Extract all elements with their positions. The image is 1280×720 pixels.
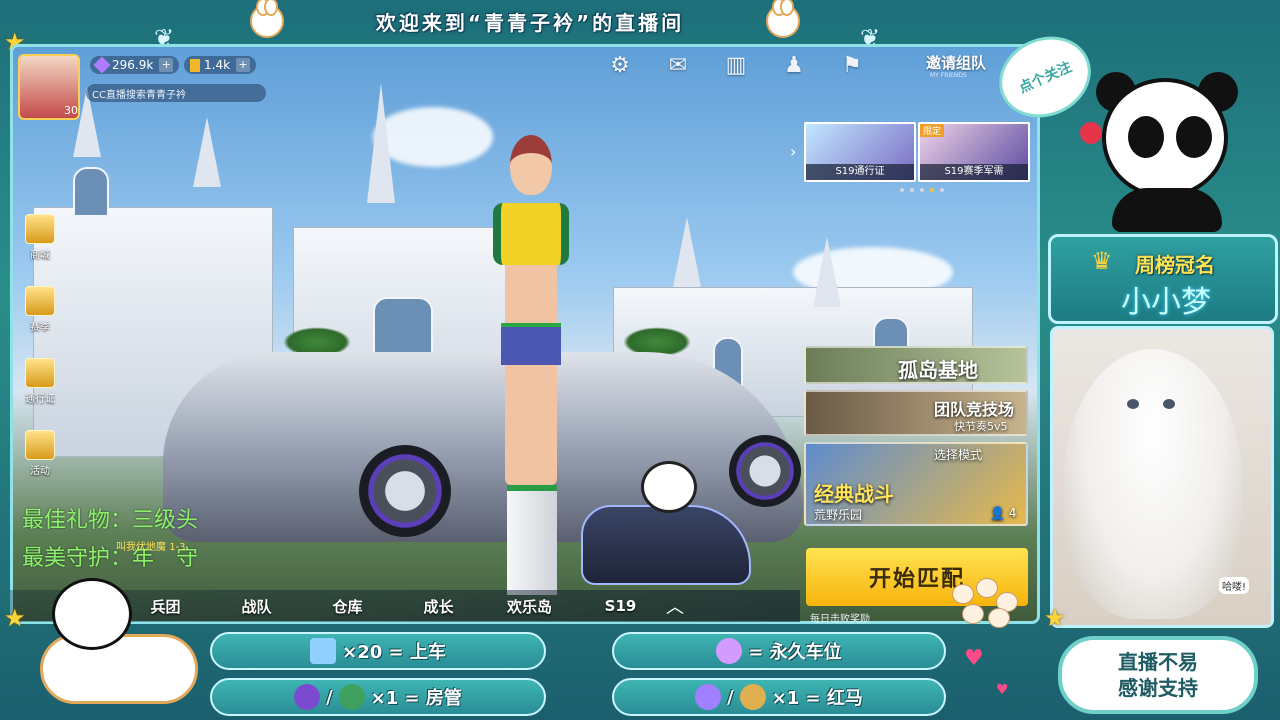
add-gems-button[interactable]: +	[159, 58, 174, 72]
mail-icon[interactable]: ✉	[664, 52, 692, 80]
carousel-card-pass[interactable]: S19通行证	[804, 122, 916, 182]
car-wheel-rear	[729, 435, 801, 507]
shop-icon	[25, 214, 55, 244]
add-gold-button[interactable]: +	[236, 58, 251, 72]
hud-icon-bar: ⚙ ✉ ▥ ♟ ⚑	[606, 52, 866, 80]
carousel-dot[interactable]	[940, 188, 944, 192]
heart-icon: ♥	[964, 646, 984, 671]
gold-currency: 1.4k +	[184, 56, 257, 74]
invite-subtitle: MY FRIENDS	[930, 72, 967, 79]
webcam-cat: 哈喽!	[1050, 326, 1274, 628]
nav-warehouse[interactable]: 仓库	[302, 596, 393, 617]
expand-up-icon[interactable]: ︿	[666, 593, 684, 619]
mode-island-base[interactable]: 孤岛基地	[804, 346, 1028, 384]
kittens-sticker	[932, 578, 1042, 628]
season-icon	[25, 286, 55, 316]
left-menu: 商城 赛季 通行证 活动	[20, 214, 60, 482]
star-icon: ★	[1044, 604, 1066, 632]
gem-icon	[93, 56, 111, 74]
select-mode-button[interactable]: 选择模式	[934, 446, 982, 463]
flower-icon	[1080, 122, 1102, 144]
panda-rocking-horse	[40, 578, 200, 706]
stream-search-hint: CC直播搜索青青子衿	[86, 84, 266, 102]
gold-icon	[190, 58, 200, 72]
weekly-crown-panel: ♛ 周榜冠名 小小梦	[1048, 234, 1278, 324]
nav-team[interactable]: 战队	[211, 596, 302, 617]
event-carousel: › S19通行证 限定 S19赛季军需	[790, 122, 1030, 186]
chick-gift-icon	[739, 684, 766, 710]
nav-growth[interactable]: 成长	[393, 596, 484, 617]
planet-gift-icon	[294, 684, 321, 710]
menu-item-event[interactable]: 活动	[20, 430, 60, 482]
ticket-gift-icon	[310, 638, 337, 664]
mode-classic[interactable]: 选择模式 经典战斗 荒野乐园 👤 4	[804, 442, 1028, 526]
carousel-arrow-icon[interactable]: ›	[790, 142, 796, 161]
panda-mascot	[1080, 72, 1242, 232]
best-gift-text: 最佳礼物：三级头	[22, 508, 199, 533]
nav-s19[interactable]: S19	[575, 597, 666, 615]
pass-icon	[25, 358, 55, 388]
carousel-card-supplies[interactable]: 限定 S19赛季军需	[918, 122, 1030, 182]
carousel-dot[interactable]	[910, 188, 914, 192]
menu-item-pass[interactable]: 通行证	[20, 358, 60, 410]
gift-rule-1: ×20 = 上车	[210, 632, 546, 670]
menu-item-shop[interactable]: 商城	[20, 214, 60, 266]
car-wheel-front	[359, 445, 451, 537]
player-tag: 叫我伏地魔 1-3	[116, 542, 186, 553]
daily-reward-text: 每日击败奖励	[810, 614, 870, 625]
panda-pet	[641, 461, 697, 513]
team-size: 👤 4	[990, 506, 1017, 520]
mode-team-arena[interactable]: 团队竞技场 快节奏5v5	[804, 390, 1028, 436]
welcome-banner: 欢迎来到“青青子衿”的直播间	[375, 10, 685, 35]
wing-gift-icon	[716, 638, 743, 664]
bunny-icon-right	[766, 0, 800, 38]
menu-item-season[interactable]: 赛季	[20, 286, 60, 338]
gift-rule-4: / ×1 = 红马	[612, 678, 946, 716]
crown-icon: ♛	[1091, 247, 1113, 275]
gem-currency: 296.9k +	[90, 56, 180, 74]
carousel-dot[interactable]	[920, 188, 924, 192]
friends-icon[interactable]: ♟	[780, 52, 808, 80]
heart-icon: ♥	[996, 682, 1009, 698]
carousel-dot[interactable]	[900, 188, 904, 192]
event-icon	[25, 430, 55, 460]
ranking-icon[interactable]: ▥	[722, 52, 750, 80]
panda-kart	[581, 505, 751, 585]
carousel-dot[interactable]	[930, 188, 934, 192]
flag-icon[interactable]: ⚑	[838, 52, 866, 80]
star-icon: ★	[4, 604, 26, 632]
rocket-gift-icon	[695, 684, 722, 710]
hello-caption: 哈喽!	[1219, 577, 1250, 594]
thanks-sticker: 直播不易 感谢支持	[1058, 636, 1258, 714]
carousel-dots	[900, 188, 944, 192]
settings-gear-icon[interactable]: ⚙	[606, 52, 634, 80]
player-character	[475, 135, 585, 605]
gift-rule-3: / ×1 = 房管	[210, 678, 546, 716]
player-level: 30	[64, 104, 78, 117]
gift-rule-2: = 永久车位	[612, 632, 946, 670]
invite-team-button[interactable]: 邀请组队	[926, 52, 986, 73]
avatar-gift-icon	[338, 684, 365, 710]
nav-fun-island[interactable]: 欢乐岛	[484, 596, 575, 617]
